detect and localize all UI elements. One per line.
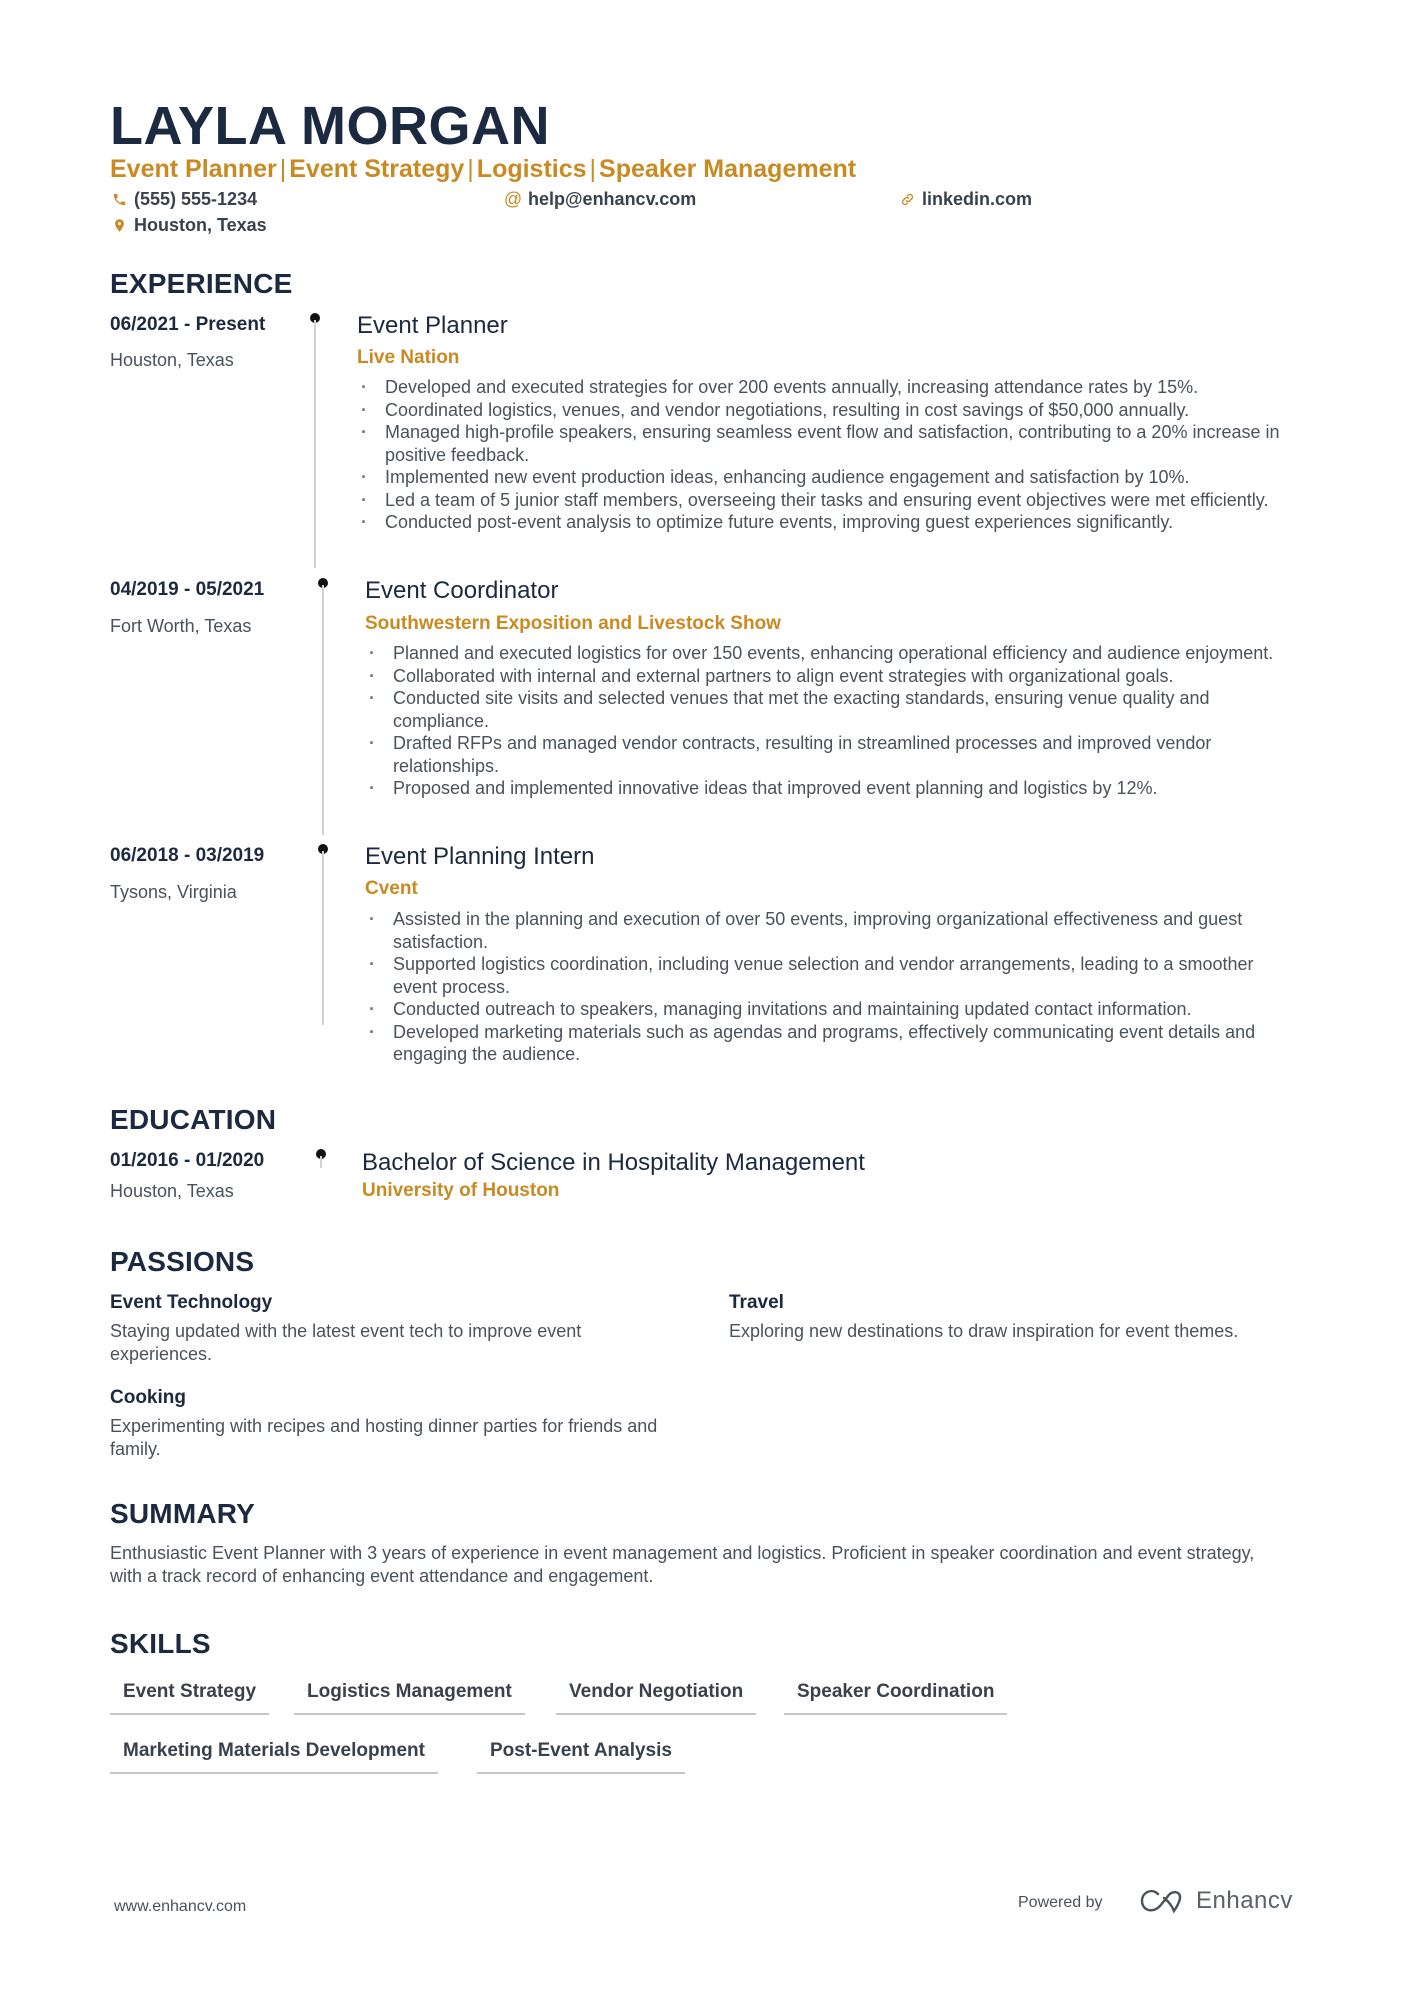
experience-dates: 04/2019 - 05/2021 [110,579,265,600]
bullet-item: Coordinated logistics, venues, and vendo… [357,399,1287,422]
section-title-skills: SKILLS [110,1628,211,1659]
bullet-item: Developed and executed strategies for ov… [357,376,1287,399]
headline: Event Planner | Event Strategy | Logistics | S… [110,155,856,184]
bullet-item: Supported logistics coordination, includ… [365,953,1295,998]
headline-separator: | [279,155,287,183]
bullet-item: Conducted post-event analysis to optimiz… [357,511,1287,534]
experience-dates: 06/2018 - 03/2019 [110,845,265,866]
experience-role: Event Planning Intern [365,843,595,870]
section-title-passions: PASSIONS [110,1246,255,1277]
headline-item: Speaker Management [599,155,857,183]
contact-phone[interactable]: (555) 555-1234 [110,189,257,210]
experience-bullets: Assisted in the planning and execution o… [365,908,1295,1066]
bullet-item: Led a team of 5 junior staff members, ov… [357,489,1287,512]
bullet-item: Proposed and implemented innovative idea… [365,777,1295,800]
experience-role: Event Coordinator [365,577,559,604]
bullet-item: Managed high-profile speakers, ensuring … [357,421,1287,466]
passion-description: Experimenting with recipes and hosting d… [110,1416,658,1459]
resume-page: LAYLA MORGAN Event Planner | Event Strateg… [0,0,1410,1995]
phone-text: (555) 555-1234 [134,189,258,209]
bullet-item: Conducted outreach to speakers, managing… [365,998,1295,1021]
experience-bullets: Developed and executed strategies for ov… [357,376,1287,534]
contact-linkedin[interactable]: linkedin.com [898,189,1032,210]
passion-title: Cooking [110,1387,186,1408]
enhancv-logo-icon [1140,1890,1182,1914]
candidate-name: LAYLA MORGAN [110,96,551,156]
phone-icon [110,192,128,207]
contact-email[interactable]: @ help@enhancv.com [504,189,696,210]
timeline-line [314,320,316,568]
skill-tag: Marketing Materials Development [110,1740,438,1774]
footer-url[interactable]: www.enhancv.com [114,1898,246,1916]
linkedin-text: linkedin.com [922,189,1033,209]
brand-logo[interactable]: Enhancv [1138,1884,1293,1918]
education-degree: Bachelor of Science in Hospitality Manag… [362,1149,865,1176]
passion-description: Staying updated with the latest event te… [110,1321,582,1364]
map-pin-icon [110,218,128,233]
experience-dates: 06/2021 - Present [110,314,266,335]
section-title-education: EDUCATION [110,1104,277,1135]
skill-tag: Post-Event Analysis [477,1740,685,1774]
passion-title: Event Technology [110,1292,273,1313]
summary-text: Enthusiastic Event Planner with 3 years … [110,1543,1255,1586]
contact-location: Houston, Texas [110,215,267,236]
at-icon: @ [503,189,523,209]
timeline-line [322,851,324,1025]
experience-role: Event Planner [357,312,508,339]
passion-description: Exploring new destinations to draw inspi… [729,1321,1239,1341]
headline-item: Event Strategy [289,155,465,183]
education-dates: 01/2016 - 01/2020 [110,1150,265,1171]
bullet-item: Planned and executed logistics for over … [365,642,1295,665]
headline-separator: | [467,155,474,183]
skill-tag: Logistics Management [294,1681,525,1715]
bullet-item: Implemented new event production ideas, … [357,466,1287,489]
skill-tag: Speaker Coordination [784,1681,1008,1715]
bullet-item: Assisted in the planning and execution o… [365,908,1295,953]
experience-company: Southwestern Exposition and Livestock Sh… [365,613,781,634]
section-title-experience: EXPERIENCE [110,268,293,299]
experience-location: Houston, Texas [110,350,234,370]
powered-by-label: Powered by [1018,1894,1103,1911]
education-school: University of Houston [362,1180,560,1201]
experience-location: Fort Worth, Texas [110,616,252,636]
passion-title: Travel [729,1292,784,1313]
brand-name: Enhancv [1196,1887,1293,1914]
bullet-item: Collaborated with internal and external … [365,665,1295,688]
email-text: help@enhancv.com [528,189,697,209]
experience-company: Cvent [365,878,418,899]
link-icon [898,192,916,207]
headline-separator: | [589,155,597,183]
bullet-item: Developed marketing materials such as ag… [365,1021,1295,1066]
skill-tag: Vendor Negotiation [556,1681,757,1715]
skill-tag: Event Strategy [110,1681,270,1715]
experience-company: Live Nation [357,347,460,368]
headline-item: Logistics [476,155,587,183]
timeline-line [322,585,324,835]
location-text: Houston, Texas [134,215,267,235]
bullet-item: Conducted site visits and selected venue… [365,687,1295,732]
headline-item: Event Planner [110,155,277,183]
experience-bullets: Planned and executed logistics for over … [365,642,1295,800]
timeline-line [320,1156,322,1168]
bullet-item: Drafted RFPs and managed vendor contract… [365,732,1295,777]
experience-location: Tysons, Virginia [110,882,237,902]
section-title-summary: SUMMARY [110,1498,256,1529]
education-location: Houston, Texas [110,1181,234,1201]
